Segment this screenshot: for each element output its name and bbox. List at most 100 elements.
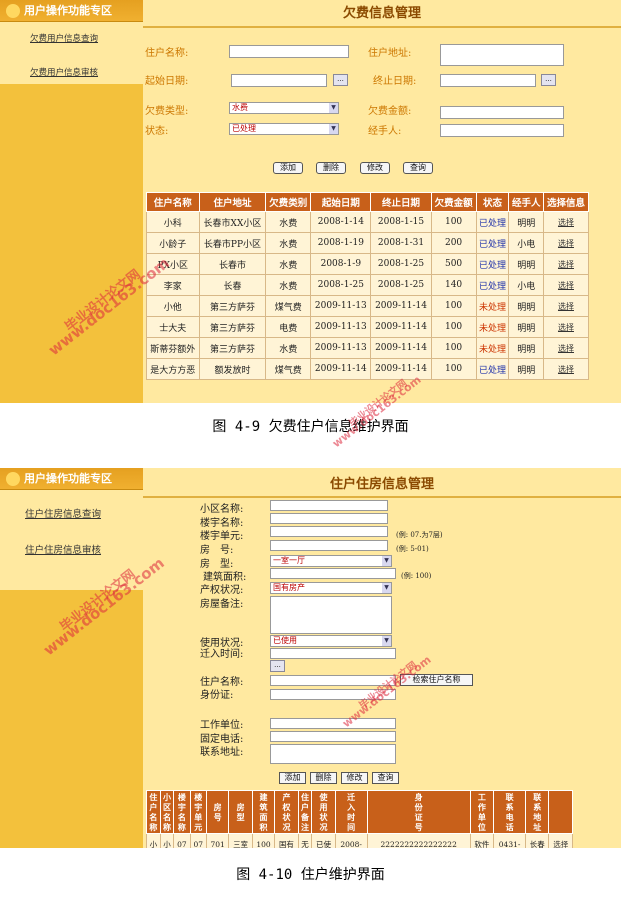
table-cell: 明明 — [508, 316, 544, 338]
table-cell: 07 — [189, 833, 207, 848]
query-button[interactable]: 查询 — [372, 772, 399, 784]
work-unit-input[interactable] — [270, 718, 396, 729]
column-header: 小区名称 — [159, 790, 175, 834]
add-button[interactable]: 添加 — [279, 772, 306, 784]
table-row: PX小区 长春市 水费 2008-1-9 2008-1-25 500 已处理 明明 选择 — [146, 253, 590, 275]
column-header: 经手人 — [508, 192, 544, 212]
table-cell[interactable]: 选择 — [542, 274, 590, 296]
table-cell: 2008-1-15 — [370, 211, 432, 233]
table-cell: 长春市XX小区 — [198, 211, 267, 233]
remark-textarea[interactable] — [270, 596, 392, 634]
table-cell[interactable]: 选择 — [542, 211, 590, 233]
table-cell: 2008-1-31 — [370, 232, 432, 254]
community-input[interactable] — [270, 500, 388, 511]
table-cell: 明明 — [508, 253, 544, 275]
table-cell[interactable]: 选择 — [542, 232, 590, 254]
table-cell[interactable]: 选择 — [542, 295, 590, 317]
screen-arrears-management: 用户操作功能专区 欠费用户信息查询 欠费用户信息审核 欠费信息管理 住户名称: … — [0, 0, 621, 403]
area-hint: (例: 100) — [401, 572, 432, 580]
arrears-amount-input[interactable] — [440, 106, 564, 119]
table-cell: 2009-11-13 — [310, 295, 372, 317]
housing-table: 住户名称小区名称楼宇名称楼宇单元房号房型建筑面积产权状况住户备注使用状况迁入时间… — [146, 790, 573, 848]
sidebar: 用户操作功能专区 欠费用户信息查询 欠费用户信息审核 — [0, 0, 143, 403]
table-row: 士大夫 第三方萨芬 电费 2009-11-13 2009-11-14 100 未处理 明明 选择 — [146, 316, 590, 338]
work-unit-label: 工作单位: — [200, 720, 244, 731]
table-cell: 小他 — [146, 295, 200, 317]
column-header — [548, 790, 573, 834]
table-cell: 2222222222222222 — [366, 833, 471, 848]
movein-date-picker-button[interactable]: ... — [270, 660, 285, 672]
status-select[interactable]: 已处理 — [229, 123, 339, 135]
column-header: 选择信息 — [542, 192, 590, 212]
area-input[interactable] — [270, 568, 396, 579]
contact-address-label: 联系地址: — [200, 747, 244, 758]
idcard-input[interactable] — [270, 689, 396, 700]
building-input[interactable] — [270, 513, 388, 524]
end-date-picker-button[interactable]: ... — [541, 74, 556, 86]
movein-input[interactable] — [270, 648, 396, 659]
handler-label: 经手人: — [368, 126, 402, 137]
handler-input[interactable] — [440, 124, 564, 137]
table-cell[interactable]: 选择 — [542, 253, 590, 275]
table-row: 斯蒂芬额外 第三方萨芬 水费 2009-11-13 2009-11-14 100 未处理 明明… — [146, 337, 590, 359]
table-cell: 已处理 — [475, 274, 510, 296]
table-cell[interactable]: 选择 — [542, 337, 590, 359]
table-cell: 100 — [430, 316, 477, 338]
sidebar-link-arrears-audit[interactable]: 欠费用户信息审核 — [0, 66, 143, 78]
table-cell: 2008-1-25 — [370, 253, 432, 275]
delete-button[interactable]: 删除 — [316, 162, 346, 174]
edit-button[interactable]: 修改 — [360, 162, 390, 174]
unit-input[interactable] — [270, 526, 388, 537]
table-cell: 额发放时 — [198, 358, 267, 380]
house-type-select[interactable]: 一室一厅 — [270, 555, 392, 567]
column-header: 状态 — [475, 192, 510, 212]
table-cell[interactable]: 选择 — [548, 833, 573, 848]
query-button[interactable]: 查询 — [403, 162, 433, 174]
table-cell[interactable]: 选择 — [542, 316, 590, 338]
screen-housing-management: 用户操作功能专区 住户住房信息查询 住户住房信息审核 住户住房信息管理 小区名称… — [0, 468, 621, 848]
table-row: 是大方方恶 额发放时 煤气费 2009-11-14 2009-11-14 100 已处理 明明… — [146, 358, 590, 380]
table-cell: 未处理 — [475, 295, 510, 317]
table-cell: 100 — [430, 358, 477, 380]
property-select[interactable]: 国有房产 — [270, 582, 392, 594]
table-cell: 2008-1-14 — [310, 211, 372, 233]
table-cell: 明明 — [508, 337, 544, 359]
delete-button[interactable]: 删除 — [310, 772, 337, 784]
column-header: 迁入时间 — [334, 790, 368, 834]
table-cell: 水费 — [265, 211, 312, 233]
end-date-input[interactable] — [440, 74, 536, 87]
arrears-table: 住户名称 住户地址 欠费类别 起始日期 终止日期 欠费金额 状态 经手人 选择信息 小科 长春市X… — [146, 192, 590, 380]
add-button[interactable]: 添加 — [273, 162, 303, 174]
table-row: 李家 长春 水费 2008-1-25 2008-1-25 140 已处理 小电 选择 — [146, 274, 590, 296]
edit-button[interactable]: 修改 — [341, 772, 368, 784]
page-title: 住户住房信息管理 — [143, 468, 621, 498]
sidebar-link-arrears-query[interactable]: 欠费用户信息查询 — [0, 32, 143, 44]
sidebar-link-housing-query[interactable]: 住户住房信息查询 — [0, 506, 143, 520]
contact-address-input[interactable] — [270, 744, 396, 764]
table-cell: 2009-11-14 — [310, 358, 372, 380]
table-cell: 水费 — [265, 232, 312, 254]
sidebar-link-housing-audit[interactable]: 住户住房信息审核 — [0, 542, 143, 556]
column-header: 住户备注 — [297, 790, 313, 834]
use-status-select[interactable]: 已使用 — [270, 635, 392, 647]
start-date-picker-button[interactable]: ... — [333, 74, 348, 86]
table-cell: 已处理 — [475, 211, 510, 233]
table-cell: 已处理 — [475, 253, 510, 275]
start-date-input[interactable] — [231, 74, 327, 87]
figure-caption-4-9: 图 4-9 欠费住户信息维护界面 — [212, 419, 409, 435]
room-input[interactable] — [270, 540, 388, 551]
table-cell: 100 — [430, 337, 477, 359]
table-cell: 已处理 — [475, 232, 510, 254]
resident-name-input[interactable] — [229, 45, 349, 58]
table-cell[interactable]: 选择 — [542, 358, 590, 380]
phone-input[interactable] — [270, 731, 396, 742]
table-cell: 煤气费 — [265, 295, 312, 317]
table-cell: 小电 — [508, 232, 544, 254]
arrears-type-label: 欠费类型: — [145, 106, 189, 117]
resident-name-input[interactable] — [270, 675, 396, 686]
arrears-type-select[interactable]: 水费 — [229, 102, 339, 114]
column-header: 产权状况 — [274, 790, 299, 834]
sidebar-links: 欠费用户信息查询 欠费用户信息审核 — [0, 22, 143, 84]
search-resident-button[interactable]: 检索住户名称 — [400, 674, 473, 686]
resident-address-input[interactable] — [440, 44, 564, 66]
